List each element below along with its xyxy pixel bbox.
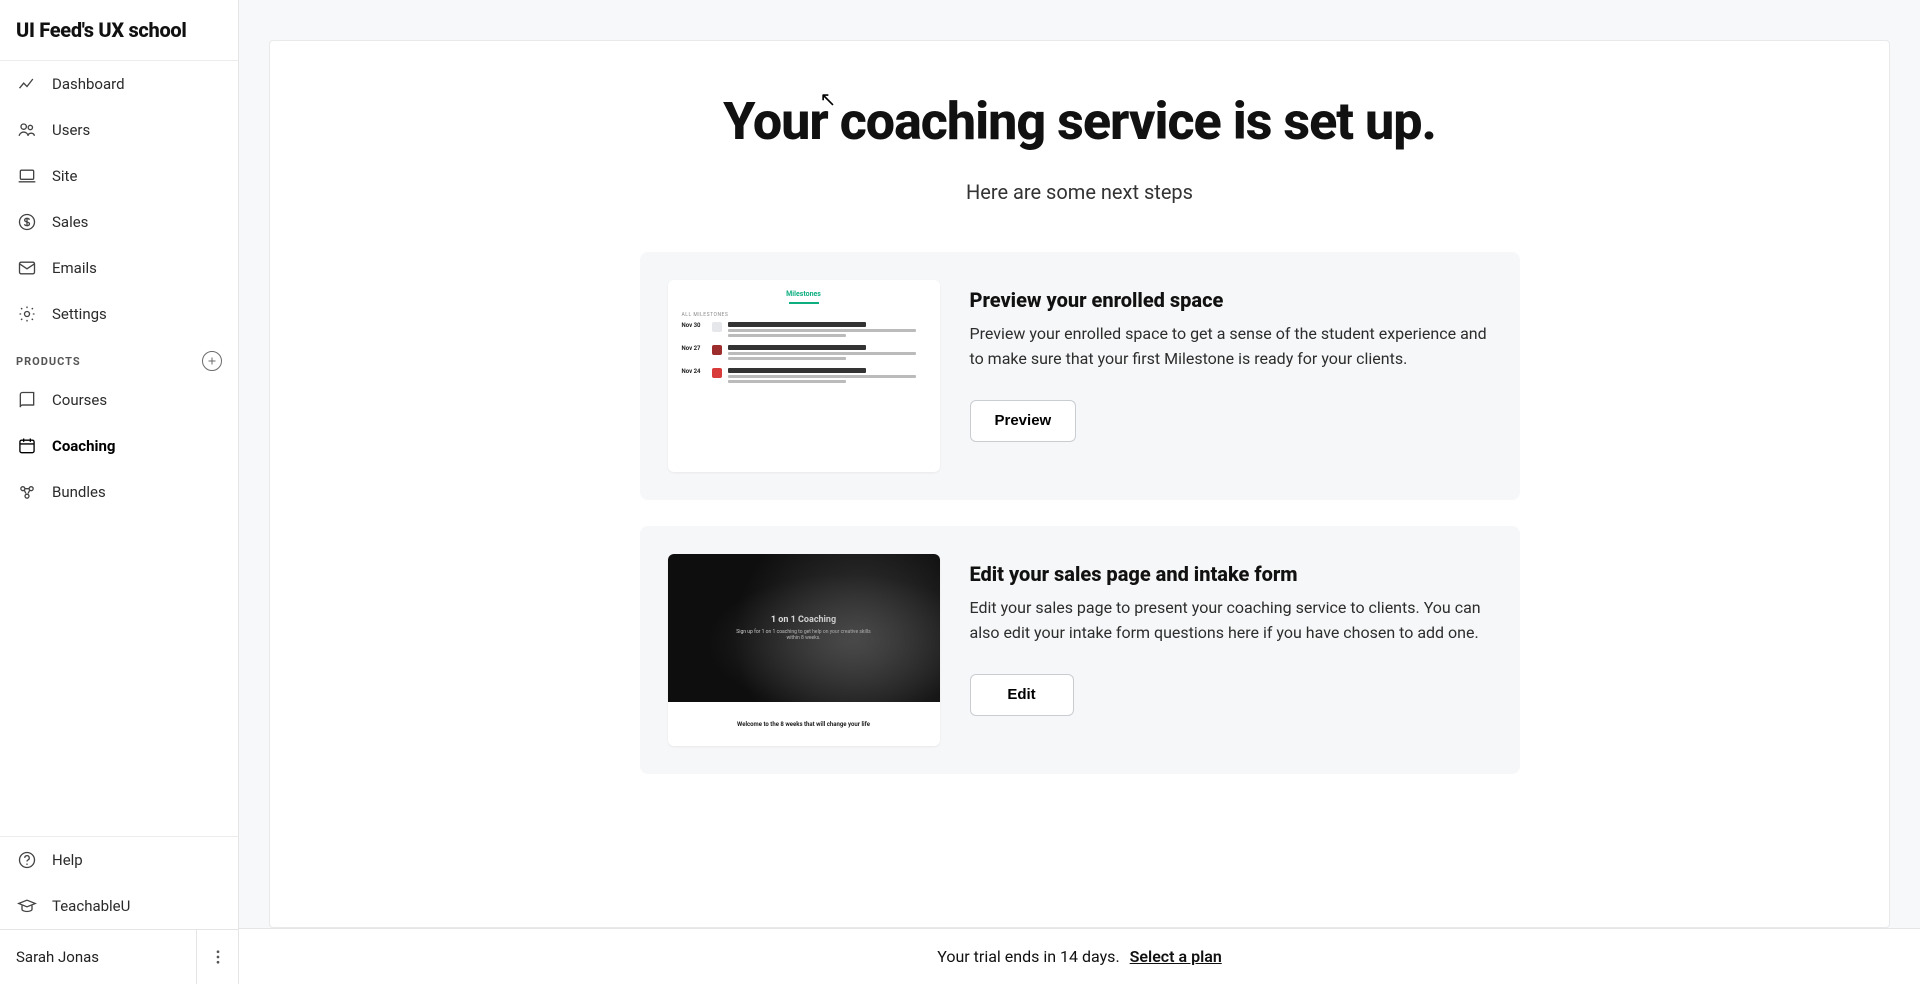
sidebar-item-site[interactable]: Site — [0, 153, 238, 199]
trial-bar: Your trial ends in 14 days. Select a pla… — [239, 928, 1920, 984]
edit-button[interactable]: Edit — [970, 674, 1074, 716]
sidebar-item-label: Courses — [52, 391, 107, 409]
select-plan-link[interactable]: Select a plan — [1130, 947, 1222, 966]
sidebar-item-help[interactable]: Help — [0, 837, 238, 883]
help-circle-icon — [16, 849, 38, 871]
thumb-row: Nov 30 — [682, 322, 926, 337]
thumb-hero-title: 1 on 1 Coaching — [734, 615, 874, 625]
add-product-button[interactable] — [202, 351, 222, 371]
page-subtitle: Here are some next steps — [330, 180, 1829, 204]
thumb-date: Nov 24 — [682, 368, 706, 383]
card-title: Edit your sales page and intake form — [970, 562, 1492, 586]
main-scroll[interactable]: ↖ Your coaching service is set up. Here … — [239, 0, 1920, 928]
preview-button[interactable]: Preview — [970, 400, 1077, 442]
brand-title: UI Feed's UX school — [0, 0, 238, 61]
gear-icon — [16, 303, 38, 325]
sidebar-item-emails[interactable]: Emails — [0, 245, 238, 291]
chart-line-icon — [16, 73, 38, 95]
sidebar-item-label: TeachableU — [52, 897, 130, 915]
sidebar-bottom-nav: Help TeachableU — [0, 836, 238, 929]
sidebar-scroll: Dashboard Users Site Sales Emails — [0, 61, 238, 836]
thumb-row: Nov 27 — [682, 345, 926, 360]
main-panel: ↖ Your coaching service is set up. Here … — [269, 40, 1890, 928]
sidebar-item-label: Bundles — [52, 483, 106, 501]
card-title: Preview your enrolled space — [970, 288, 1492, 312]
next-steps-cards: Milestones ALL MILESTONES Nov 30 Nov 27 — [640, 252, 1520, 774]
products-header: PRODUCTS — [0, 337, 238, 377]
sidebar-item-label: Settings — [52, 305, 107, 323]
sidebar-item-teachableu[interactable]: TeachableU — [0, 883, 238, 929]
thumb-date: Nov 30 — [682, 322, 706, 337]
sidebar-footer: Sarah Jonas — [0, 929, 238, 984]
sidebar-item-label: Help — [52, 851, 83, 869]
card-edit-sales-page: 1 on 1 Coaching Sign up for 1 on 1 coach… — [640, 526, 1520, 774]
sidebar-item-label: Emails — [52, 259, 97, 277]
sidebar-item-sales[interactable]: Sales — [0, 199, 238, 245]
card-preview-space: Milestones ALL MILESTONES Nov 30 Nov 27 — [640, 252, 1520, 500]
thumb-hero-sub: Sign up for 1 on 1 coaching to get help … — [734, 629, 874, 641]
sidebar-item-dashboard[interactable]: Dashboard — [0, 61, 238, 107]
current-user-name[interactable]: Sarah Jonas — [0, 930, 196, 984]
book-icon — [16, 389, 38, 411]
thumb-row: Nov 24 — [682, 368, 926, 383]
calendar-icon — [16, 435, 38, 457]
sidebar-item-label: Users — [52, 121, 90, 139]
page-title: Your coaching service is set up. — [330, 91, 1829, 152]
card-thumbnail: Milestones ALL MILESTONES Nov 30 Nov 27 — [668, 280, 940, 472]
sidebar-item-users[interactable]: Users — [0, 107, 238, 153]
main: ↖ Your coaching service is set up. Here … — [239, 0, 1920, 984]
sidebar-item-bundles[interactable]: Bundles — [0, 469, 238, 515]
thumb-swatch — [712, 345, 722, 355]
bundle-icon — [16, 481, 38, 503]
card-description: Preview your enrolled space to get a sen… — [970, 322, 1492, 372]
thumb-swatch — [712, 368, 722, 378]
thumb-date: Nov 27 — [682, 345, 706, 360]
plus-icon — [206, 355, 218, 367]
trial-text: Your trial ends in 14 days. — [937, 947, 1119, 966]
thumb-heading: Milestones — [682, 290, 926, 298]
card-description: Edit your sales page to present your coa… — [970, 596, 1492, 646]
sidebar-item-label: Dashboard — [52, 75, 125, 93]
mail-icon — [16, 257, 38, 279]
sidebar-item-courses[interactable]: Courses — [0, 377, 238, 423]
thumb-below-text: Welcome to the 8 weeks that will change … — [737, 721, 870, 728]
users-icon — [16, 119, 38, 141]
dollar-circle-icon — [16, 211, 38, 233]
sidebar-item-label: Sales — [52, 213, 88, 231]
thumb-subheading: ALL MILESTONES — [682, 312, 926, 318]
laptop-icon — [16, 165, 38, 187]
graduation-icon — [16, 895, 38, 917]
sidebar-item-label: Site — [52, 167, 77, 185]
user-menu-button[interactable] — [196, 930, 238, 984]
thumb-swatch — [712, 322, 722, 332]
card-thumbnail: 1 on 1 Coaching Sign up for 1 on 1 coach… — [668, 554, 940, 746]
sidebar: UI Feed's UX school Dashboard Users Site — [0, 0, 239, 984]
sidebar-item-settings[interactable]: Settings — [0, 291, 238, 337]
sidebar-item-label: Coaching — [52, 437, 115, 455]
more-vertical-icon — [209, 948, 227, 966]
sidebar-item-coaching[interactable]: Coaching — [0, 423, 238, 469]
products-header-label: PRODUCTS — [16, 355, 81, 368]
